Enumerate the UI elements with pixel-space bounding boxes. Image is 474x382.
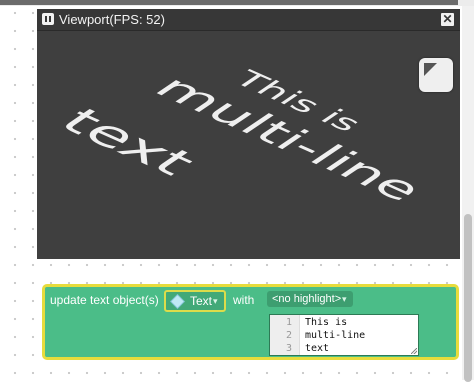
top-strip bbox=[0, 0, 474, 6]
line-number: 1 bbox=[285, 317, 292, 328]
editor-line[interactable]: This is bbox=[305, 316, 347, 329]
scene-3d-text: This is multi-line text bbox=[47, 66, 434, 208]
with-label: with bbox=[233, 293, 255, 307]
viewport-canvas[interactable]: This is multi-line text bbox=[37, 31, 460, 259]
vertical-scrollbar[interactable] bbox=[462, 6, 474, 382]
chevron-down-icon: ▾ bbox=[213, 296, 218, 306]
highlight-value: <no highlight> bbox=[272, 293, 342, 305]
pause-icon[interactable] bbox=[42, 13, 54, 25]
text-editor[interactable]: 1 2 3 This is multi-line text bbox=[269, 314, 419, 356]
viewport-title: Viewport(FPS: 52) bbox=[59, 12, 165, 27]
chevron-down-icon: ▾ bbox=[342, 294, 347, 304]
text-object-selector[interactable]: Text ▾ bbox=[164, 290, 226, 312]
resize-handle[interactable] bbox=[411, 348, 417, 354]
line-number: 3 bbox=[285, 343, 292, 354]
viewport-header: Viewport(FPS: 52) ✕ bbox=[37, 9, 460, 31]
line-number-gutter: 1 2 3 bbox=[270, 315, 300, 355]
top-toolbar-bar bbox=[0, 0, 458, 5]
update-text-block[interactable]: update text object(s) Text ▾ with <no hi… bbox=[42, 284, 459, 360]
viewport-panel: Viewport(FPS: 52) ✕ This is multi-line t… bbox=[37, 9, 460, 259]
fullscreen-icon[interactable] bbox=[419, 58, 453, 92]
line-number: 2 bbox=[285, 330, 292, 341]
editor-line[interactable]: multi-line bbox=[305, 329, 365, 342]
close-icon[interactable]: ✕ bbox=[441, 13, 454, 26]
highlight-dropdown[interactable]: <no highlight> ▾ bbox=[267, 291, 353, 307]
scrollbar-thumb[interactable] bbox=[464, 214, 472, 382]
editor-line[interactable]: text bbox=[305, 342, 329, 355]
block-label: update text object(s) bbox=[50, 293, 159, 307]
cube-icon bbox=[170, 294, 185, 309]
text-object-label: Text bbox=[190, 294, 213, 308]
